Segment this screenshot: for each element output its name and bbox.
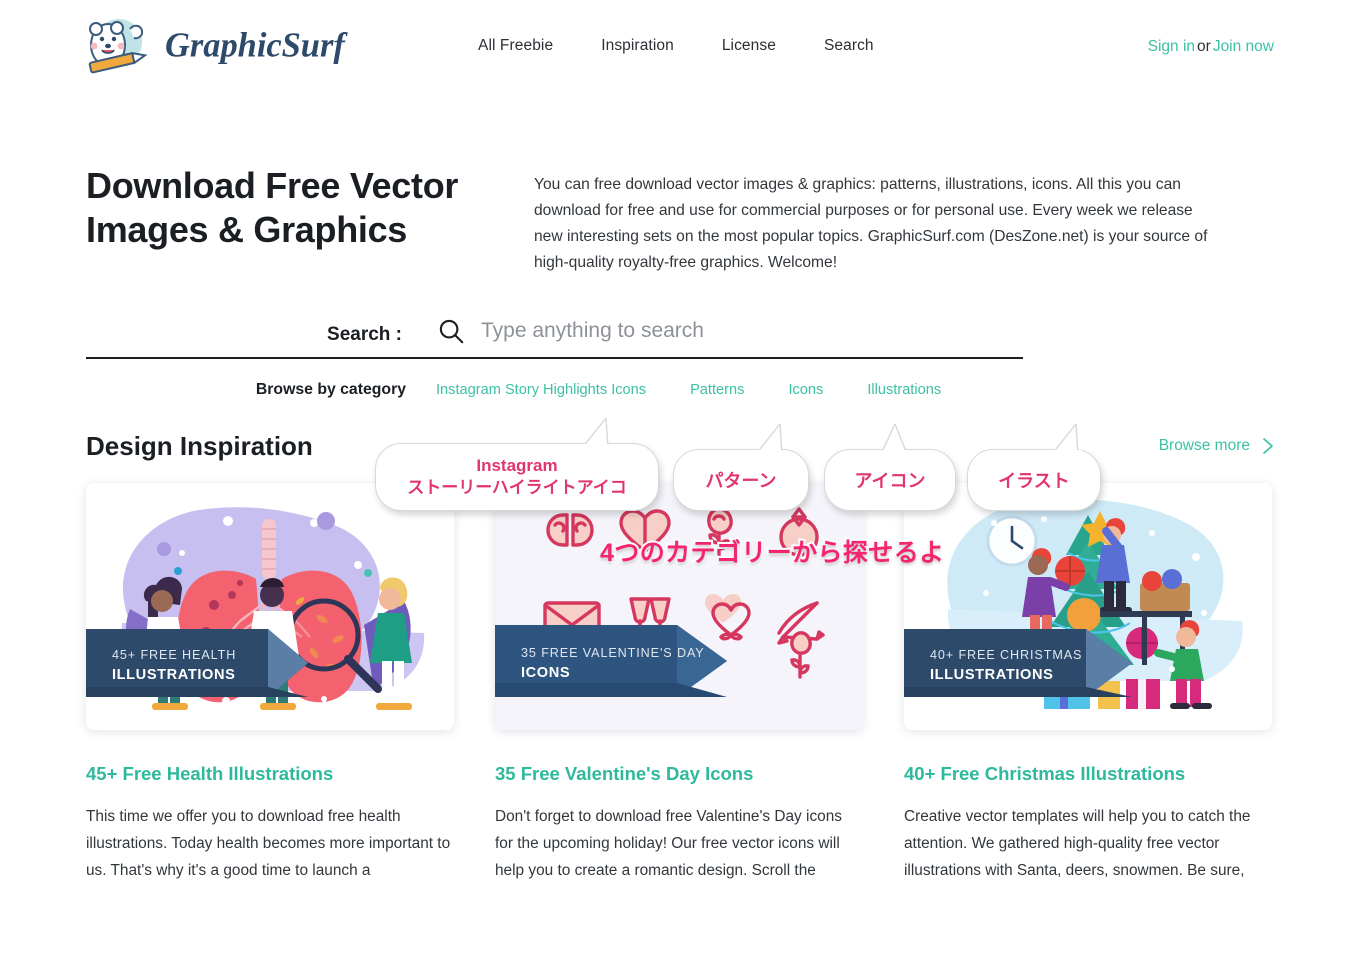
browse-by-category-section: Browse by category Instagram Story Highl… <box>0 359 1360 399</box>
thumbnail-banner: 45+ FREE HEALTH ILLUSTRATIONS <box>86 628 308 697</box>
bubble-tail-icon <box>566 416 610 450</box>
design-inspiration-header: Design Inspiration Browse more <box>0 419 1360 462</box>
search-field[interactable] <box>436 316 1023 359</box>
callout-line-2: ストーリーハイライトアイコ <box>407 478 627 497</box>
card-christmas-illustrations: 40+ FREE CHRISTMAS ILLUSTRATIONS 40+ Fre… <box>904 482 1272 884</box>
banner-bottom-label: ICONS <box>521 665 570 681</box>
bubble-tail-icon <box>873 422 917 456</box>
callout-bubble-illustrations[interactable]: イラスト <box>967 422 1101 511</box>
bubble-tail-icon <box>1042 422 1086 456</box>
inspiration-card-grid: 45+ FREE HEALTH ILLUSTRATIONS 45+ Free H… <box>0 462 1360 884</box>
search-icon <box>436 316 466 346</box>
banner-top-label: 45+ FREE HEALTH <box>112 648 236 662</box>
category-link-patterns[interactable]: Patterns <box>690 382 744 398</box>
card-thumbnail-valentines[interactable]: 35 FREE VALENTINE'S DAY ICONS <box>495 482 863 730</box>
thumbnail-banner: 40+ FREE CHRISTMAS ILLUSTRATIONS <box>904 628 1132 697</box>
search-label: Search : <box>327 323 402 345</box>
callout-bubble-illustrations-text: イラスト <box>998 471 1070 491</box>
callout-bubble-instagram-text: Instagram ストーリーハイライトアイコ <box>407 455 626 499</box>
site-header: GraphicSurf All Freebie Inspiration Lice… <box>0 0 1360 92</box>
banner-bottom-label: ILLUSTRATIONS <box>930 667 1053 683</box>
card-title-valentines[interactable]: 35 Free Valentine's Day Icons <box>495 762 863 785</box>
sign-in-link[interactable]: Sign in <box>1148 38 1195 55</box>
callout-bubble-patterns-text: パターン <box>705 471 777 491</box>
hero-description: You can free download vector images & gr… <box>534 176 1208 271</box>
polar-bear-logo-icon <box>86 15 150 77</box>
join-now-link[interactable]: Join now <box>1213 38 1274 55</box>
card-thumbnail-health[interactable]: 45+ FREE HEALTH ILLUSTRATIONS <box>86 482 454 730</box>
brand-wordmark: GraphicSurf <box>160 24 390 68</box>
christmas-illustration: 40+ FREE CHRISTMAS ILLUSTRATIONS <box>904 482 1272 730</box>
section-title-design-inspiration: Design Inspiration <box>86 430 313 461</box>
search-section: Search : <box>0 276 1360 359</box>
callout-bubble-icons[interactable]: アイコン <box>824 422 956 511</box>
category-link-icons[interactable]: Icons <box>788 382 823 398</box>
hero-section: Download Free Vector Images & Graphics Y… <box>0 92 1360 276</box>
category-label-wrapper: Browse by category <box>86 381 436 399</box>
callout-bubble-patterns[interactable]: パターン <box>673 422 809 511</box>
card-text-health: This time we offer you to download free … <box>86 807 451 879</box>
search-input[interactable] <box>479 317 1023 344</box>
nav-item-inspiration[interactable]: Inspiration <box>601 37 674 55</box>
health-illustration: 45+ FREE HEALTH ILLUSTRATIONS <box>86 482 454 730</box>
page-title: Download Free Vector Images & Graphics <box>86 165 459 250</box>
valentines-icons-illustration: 35 FREE VALENTINE'S DAY ICONS <box>495 482 863 730</box>
main-navigation: All Freebie Inspiration License Search <box>478 37 874 55</box>
callout-line-1: Instagram <box>476 456 558 476</box>
search-label-wrapper: Search : <box>86 324 436 359</box>
category-link-illustrations[interactable]: Illustrations <box>867 382 941 398</box>
callout-bubble-icons-text: アイコン <box>854 471 926 491</box>
card-thumbnail-christmas[interactable]: 40+ FREE CHRISTMAS ILLUSTRATIONS <box>904 482 1272 730</box>
auth-links: Sign in or Join now <box>1148 38 1274 56</box>
card-health-illustrations: 45+ FREE HEALTH ILLUSTRATIONS 45+ Free H… <box>86 482 454 884</box>
bubble-tail-icon <box>740 422 784 456</box>
callout-note-four-categories: 4つのカテゴリーから探せるよ <box>598 537 946 569</box>
browse-more-link[interactable]: Browse more <box>1159 437 1274 455</box>
banner-top-label: 35 FREE VALENTINE'S DAY <box>521 646 705 660</box>
card-text-valentines: Don't forget to download free Valentine'… <box>495 807 842 879</box>
auth-separator: or <box>1197 38 1211 55</box>
brand-name-text: GraphicSurf <box>165 27 348 65</box>
banner-top-label: 40+ FREE CHRISTMAS <box>930 648 1082 662</box>
browse-by-category-label: Browse by category <box>255 380 406 398</box>
callout-bubble-instagram[interactable]: Instagram ストーリーハイライトアイコ <box>375 416 659 511</box>
brand-logo-link[interactable]: GraphicSurf <box>86 15 390 77</box>
card-title-christmas[interactable]: 40+ Free Christmas Illustrations <box>904 762 1272 785</box>
nav-item-all-freebie[interactable]: All Freebie <box>478 37 553 55</box>
nav-item-license[interactable]: License <box>722 37 776 55</box>
card-title-health[interactable]: 45+ Free Health Illustrations <box>86 762 454 785</box>
browse-more-label: Browse more <box>1158 437 1250 454</box>
banner-bottom-label: ILLUSTRATIONS <box>112 667 235 683</box>
category-link-instagram-story-highlights-icons[interactable]: Instagram Story Highlights Icons <box>436 382 646 398</box>
chevron-right-icon <box>1261 437 1274 455</box>
nav-item-search[interactable]: Search <box>824 37 874 55</box>
category-links: Instagram Story Highlights Icons Pattern… <box>436 382 941 398</box>
card-text-christmas: Creative vector templates will help you … <box>904 807 1251 879</box>
